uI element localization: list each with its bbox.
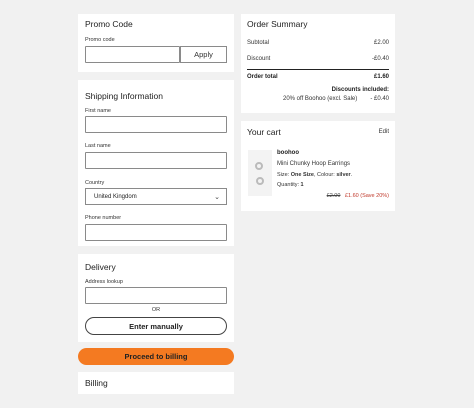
phone-label: Phone number [85,215,122,221]
colour-value: silver [336,172,351,178]
old-price: £2.00 [326,193,341,199]
promo-card: Promo Code Promo code Apply [78,14,234,72]
shipping-title: Shipping Information [85,91,163,101]
product-image[interactable] [248,150,272,196]
discount-detail-value: - £0.40 [370,96,389,102]
hoop-earring-icon [256,177,264,185]
cart-title: Your cart [247,127,281,137]
discount-value: -£0.40 [371,56,389,62]
discount-label: Discount [247,56,271,62]
delivery-card: Delivery Address lookup OR Enter manuall… [78,254,234,342]
discount-detail-label: 20% off Boohoo (excl. Sale) [283,96,358,102]
address-lookup-field[interactable] [85,287,227,304]
product-quantity: Quantity: 1 [277,182,304,188]
promo-field-label: Promo code [85,37,115,43]
summary-divider [247,69,389,70]
product-brand: boohoo [277,150,299,156]
hoop-earring-icon [255,162,263,170]
order-total-value: £1.60 [373,74,389,80]
billing-title: Billing [85,378,108,388]
phone-field[interactable] [85,224,227,241]
promo-title: Promo Code [85,19,133,29]
size-prefix: Size: [277,172,291,178]
product-price: £2.00 £1.60 (Save 20%) [327,193,389,199]
order-summary-title: Order Summary [247,19,308,29]
first-name-label: First name [85,108,111,114]
promo-input[interactable] [85,46,180,63]
quantity-value: 1 [300,182,304,188]
last-name-label: Last name [85,143,111,149]
proceed-to-billing-button[interactable]: Proceed to billing [78,348,234,365]
or-label: OR [151,307,161,313]
apply-button[interactable]: Apply [180,46,227,63]
address-lookup-label: Address lookup [85,279,123,285]
delivery-title: Delivery [85,262,116,272]
colour-prefix: , Colour: [314,172,337,178]
subtotal-label: Subtotal [247,40,270,46]
country-label: Country [85,180,105,186]
discounts-included-label: Discounts included: [331,87,389,93]
country-select[interactable]: United Kingdom ⌄ [85,188,227,205]
first-name-field[interactable] [85,116,227,133]
cart-edit-link[interactable]: Edit [379,129,389,135]
size-value: One Size [290,172,314,178]
new-price: £1.60 [344,193,359,199]
country-value: United Kingdom [94,193,137,200]
cart-card: Your cart Edit boohoo Mini Chunky Hoop E… [241,121,395,211]
order-total-label: Order total [247,74,278,80]
order-summary-card: Order Summary Subtotal £2.00 Discount -£… [241,14,395,113]
last-name-field[interactable] [85,152,227,169]
save-text: (Save 20%) [360,193,389,199]
shipping-card: Shipping Information First name Last nam… [78,80,234,246]
enter-manually-button[interactable]: Enter manually [85,317,227,335]
chevron-down-icon: ⌄ [214,194,220,201]
product-attributes: Size: One Size, Colour: silver. [277,172,353,178]
subtotal-value: £2.00 [373,40,389,46]
product-name[interactable]: Mini Chunky Hoop Earrings [277,161,350,167]
quantity-prefix: Quantity: [277,182,301,188]
billing-card[interactable]: Billing [78,372,234,394]
